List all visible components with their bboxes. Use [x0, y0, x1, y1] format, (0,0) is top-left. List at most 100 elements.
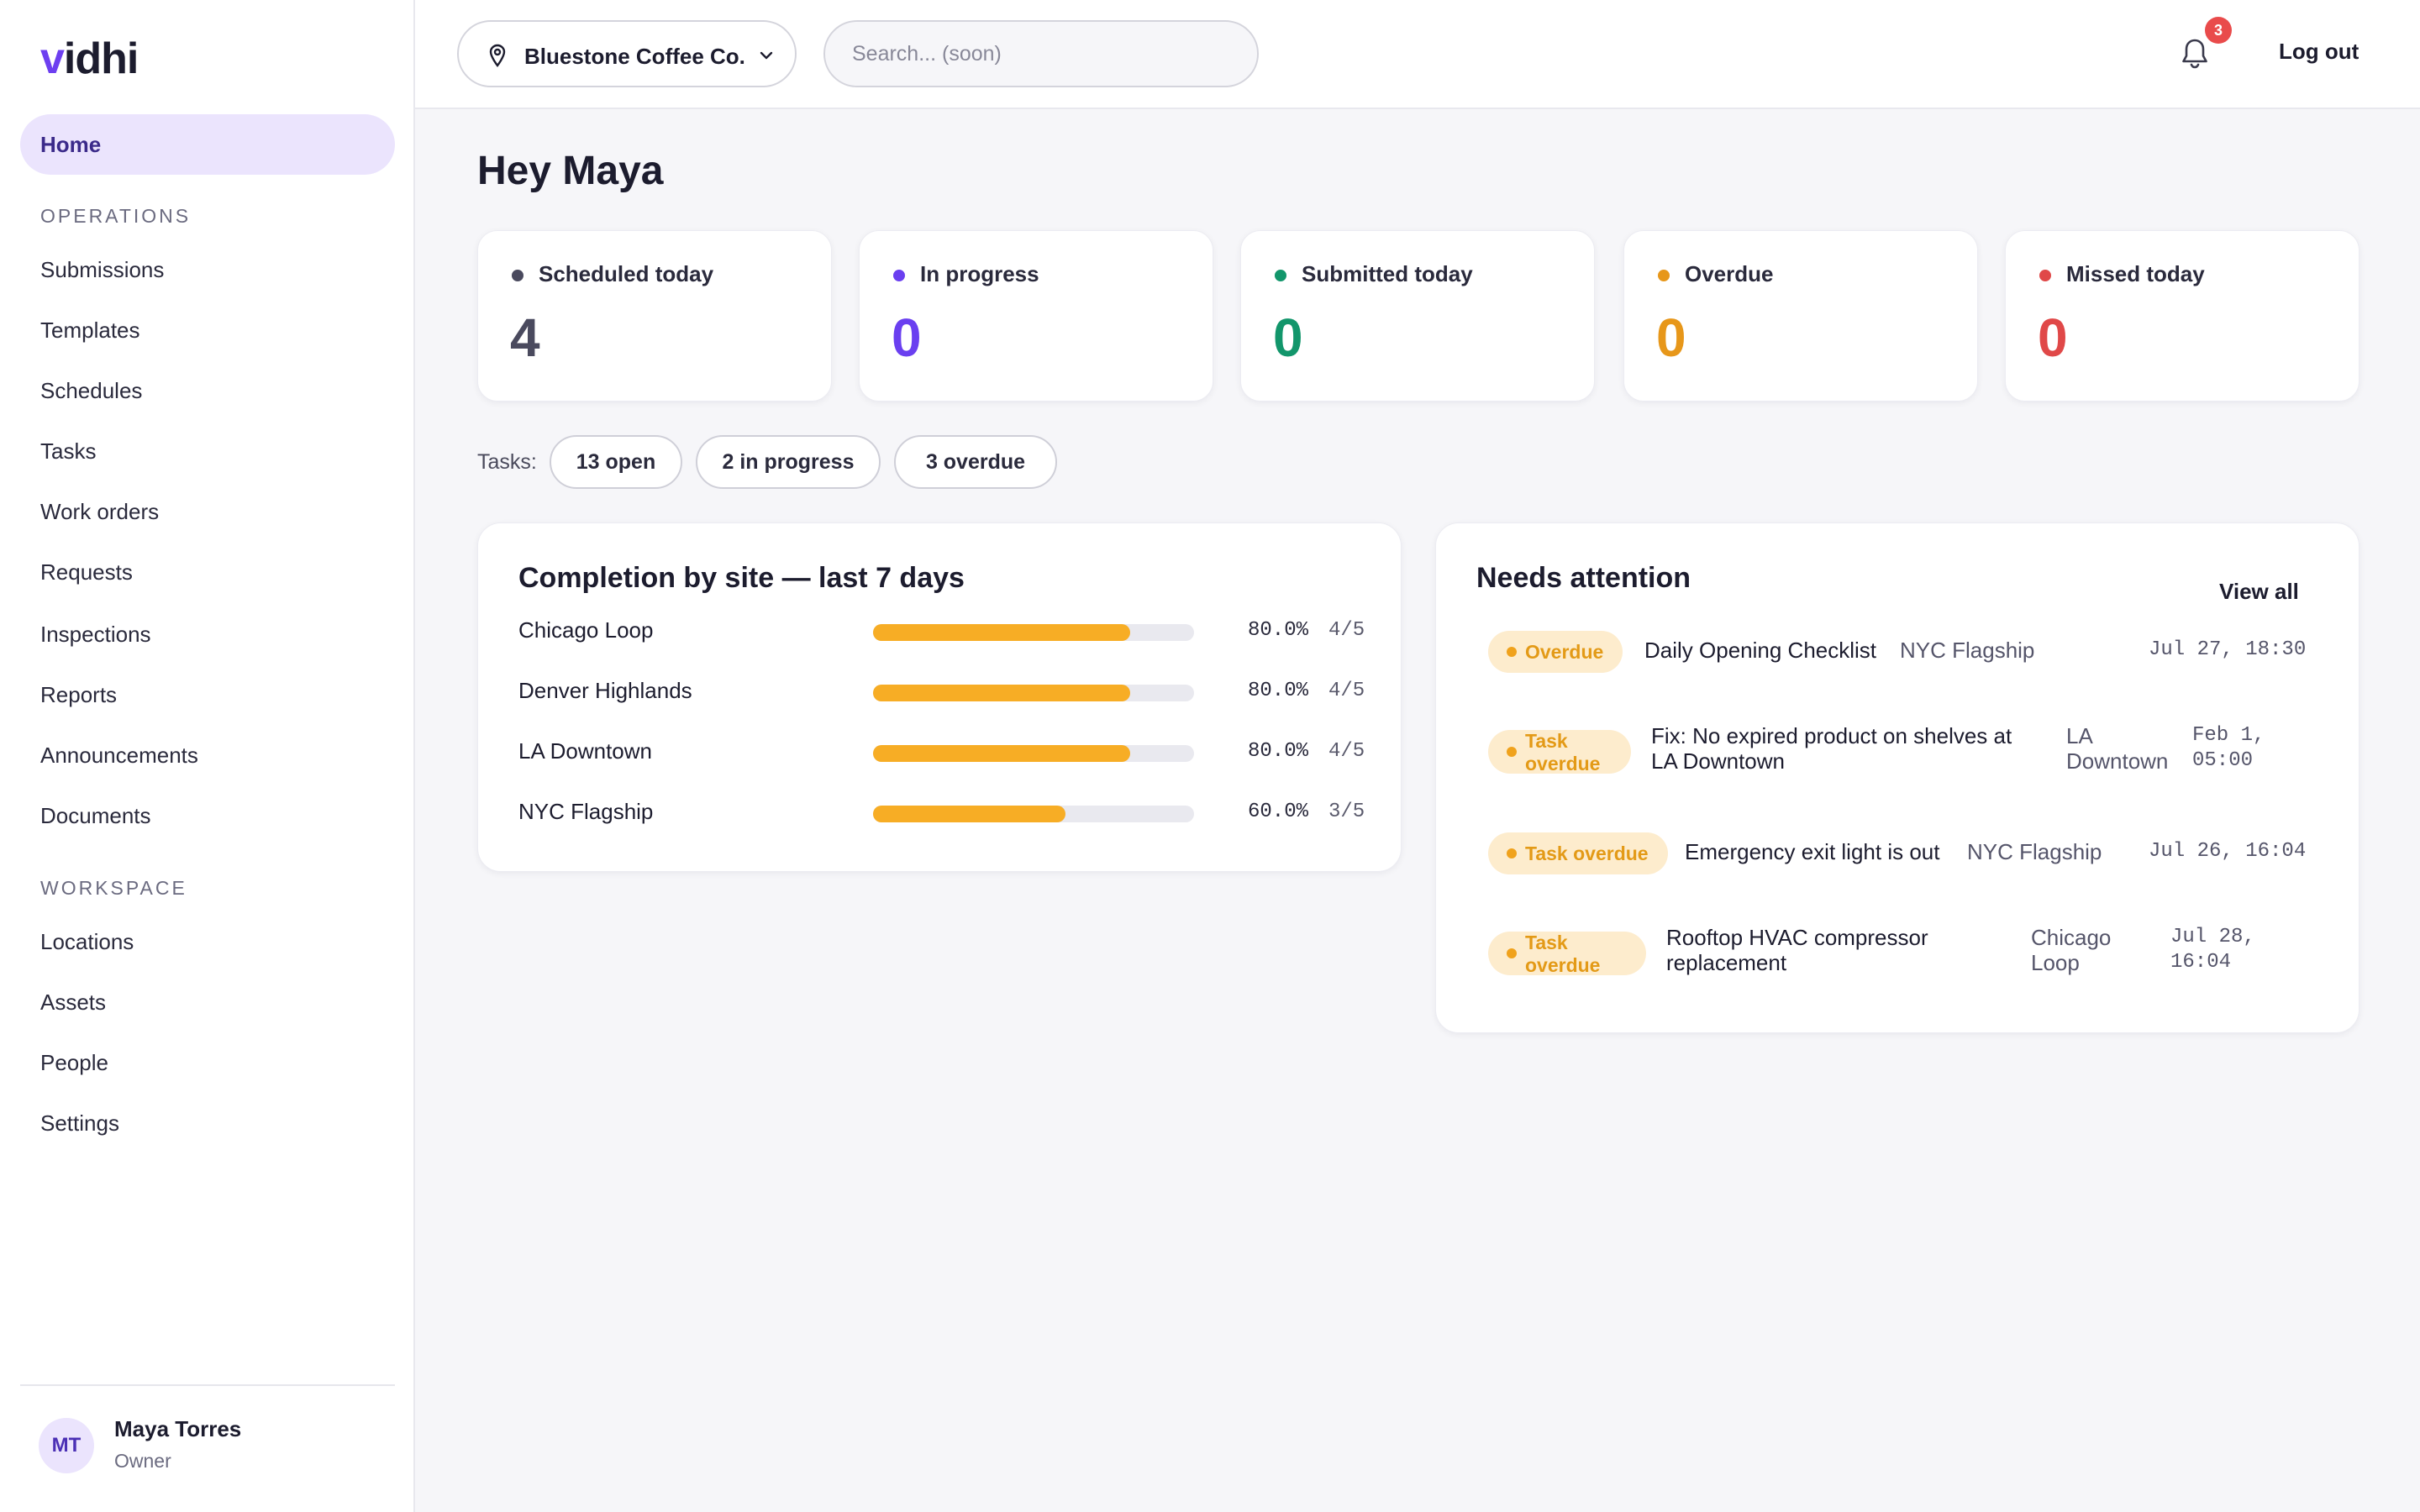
sidebar-item-templates[interactable]: Templates: [40, 318, 140, 344]
location-pin-icon: [489, 44, 506, 67]
sidebar-item-inspections[interactable]: Inspections: [40, 622, 151, 648]
nav-section-operations: OPERATIONS: [40, 205, 192, 227]
attention-title: Fix: No expired product on shelves at LA …: [1651, 723, 2012, 774]
attention-site: NYC Flagship: [1967, 839, 2102, 864]
badge-dot: [1507, 848, 1517, 858]
sidebar-item-requests[interactable]: Requests: [40, 559, 133, 585]
site-name: Chicago Loop: [518, 617, 654, 643]
title-line: LA Downtown: [1651, 748, 1785, 774]
sidebar: vidhi Home OPERATIONS Submissions Templa…: [0, 0, 415, 1512]
page-greeting: Hey Maya: [477, 149, 664, 193]
status-badge: Task overdue: [1488, 932, 1646, 977]
progress-bar-track: [873, 685, 1194, 701]
site-line: Chicago: [2031, 925, 2112, 950]
stat-label: Missed today: [2066, 261, 2205, 286]
sidebar-item-home[interactable]: Home: [20, 114, 395, 175]
stat-value: 4: [510, 307, 540, 368]
user-role: Owner: [114, 1450, 171, 1472]
panel-title: Completion by site — last 7 days: [518, 562, 965, 594]
vidhi-logo[interactable]: vidhi: [40, 34, 139, 84]
tasks-label: Tasks:: [477, 450, 537, 474]
logout-button[interactable]: Log out: [2279, 39, 2359, 65]
sidebar-item-reports[interactable]: Reports: [40, 682, 117, 708]
badge-dot: [1507, 647, 1517, 657]
sidebar-item-assets[interactable]: Assets: [40, 990, 106, 1016]
stat-value: 0: [1656, 307, 1686, 368]
tasks-overdue-pill[interactable]: 3 overdue: [894, 435, 1057, 489]
sidebar-item-announcements[interactable]: Announcements: [40, 743, 198, 769]
completion-by-site-panel: Completion by site — last 7 days Chicago…: [477, 522, 1402, 872]
sidebar-item-settings[interactable]: Settings: [40, 1110, 119, 1137]
attention-title: Daily Opening Checklist: [1644, 638, 1877, 663]
stat-card-submitted-today[interactable]: Submitted today 0: [1240, 230, 1595, 402]
attention-time: Jul 27, 18:30: [2149, 638, 2307, 661]
progress-bar-fill: [873, 745, 1130, 762]
title-line: Fix: No expired product on shelves at: [1651, 723, 2012, 748]
stat-value: 0: [2038, 307, 2068, 368]
notification-count-badge: 3: [2205, 17, 2232, 44]
logo-v: v: [40, 34, 65, 83]
status-badge: Task overdue: [1488, 832, 1668, 874]
stat-label: In progress: [920, 261, 1039, 286]
stat-card-scheduled-today[interactable]: Scheduled today 4: [477, 230, 832, 402]
logo-rest: idhi: [63, 34, 139, 83]
tasks-in-progress-pill[interactable]: 2 in progress: [696, 435, 881, 489]
progress-bar-fill: [873, 624, 1130, 641]
completion-percent: 80.0%: [1248, 740, 1309, 763]
sidebar-item-locations[interactable]: Locations: [40, 929, 134, 955]
stat-label: Overdue: [1685, 261, 1774, 286]
time-line: Feb 1,: [2192, 724, 2265, 747]
stat-value: 0: [1273, 307, 1303, 368]
completion-percent: 80.0%: [1248, 680, 1309, 702]
site-line: LA: [2066, 723, 2093, 748]
badge-label-line: Task: [1525, 730, 1568, 752]
sidebar-item-documents[interactable]: Documents: [40, 803, 151, 829]
progress-bar-track: [873, 745, 1194, 762]
stat-card-in-progress[interactable]: In progress 0: [859, 230, 1213, 402]
tasks-open-pill[interactable]: 13 open: [550, 435, 682, 489]
title-line: Rooftop HVAC compressor: [1666, 925, 1928, 950]
badge-label-line: overdue: [1525, 753, 1601, 774]
badge-label: Task overdue: [1525, 730, 1600, 775]
completion-ratio: 4/5: [1328, 740, 1365, 763]
completion-ratio: 4/5: [1328, 619, 1365, 642]
completion-ratio: 4/5: [1328, 680, 1365, 702]
org-name: Bluestone Coffee Co.: [524, 44, 745, 69]
panel-title: Needs attention: [1476, 562, 1691, 594]
time-line: 05:00: [2192, 749, 2254, 772]
stat-label: Scheduled today: [539, 261, 714, 286]
completion-percent: 60.0%: [1248, 801, 1309, 823]
sidebar-item-people[interactable]: People: [40, 1050, 108, 1076]
sidebar-item-work-orders[interactable]: Work orders: [40, 499, 159, 525]
badge-label: Task overdue: [1525, 932, 1600, 977]
badge-dot: [1507, 948, 1517, 958]
avatar[interactable]: MT: [39, 1418, 94, 1473]
user-name: Maya Torres: [114, 1416, 242, 1441]
status-badge: Overdue: [1488, 631, 1623, 673]
time-line: 16:04: [2170, 951, 2232, 974]
progress-bar-track: [873, 624, 1194, 641]
attention-time: Jul 28, 16:04: [2170, 925, 2255, 975]
attention-title: Rooftop HVAC compressor replacement: [1666, 925, 1928, 975]
time-line: Jul 28,: [2170, 926, 2255, 948]
site-name: LA Downtown: [518, 738, 652, 764]
search-input[interactable]: [823, 20, 1259, 87]
sidebar-item-tasks[interactable]: Tasks: [40, 438, 96, 465]
attention-site: Chicago Loop: [2031, 925, 2111, 975]
bell-icon[interactable]: [2178, 35, 2212, 72]
badge-label-line: Task: [1525, 932, 1568, 953]
status-dot: [1275, 270, 1286, 281]
org-selector[interactable]: Bluestone Coffee Co.: [457, 20, 797, 87]
view-all-link[interactable]: View all: [2219, 579, 2299, 605]
sidebar-item-submissions[interactable]: Submissions: [40, 257, 164, 283]
site-name: NYC Flagship: [518, 799, 654, 824]
sidebar-item-schedules[interactable]: Schedules: [40, 378, 142, 404]
progress-bar-fill: [873, 806, 1066, 822]
progress-bar-track: [873, 806, 1194, 822]
badge-label-line: overdue: [1525, 954, 1601, 976]
sidebar-divider: [20, 1384, 395, 1386]
stat-label: Submitted today: [1302, 261, 1473, 286]
stat-card-overdue[interactable]: Overdue 0: [1623, 230, 1978, 402]
stat-card-missed-today[interactable]: Missed today 0: [2005, 230, 2360, 402]
status-dot: [1658, 270, 1670, 281]
